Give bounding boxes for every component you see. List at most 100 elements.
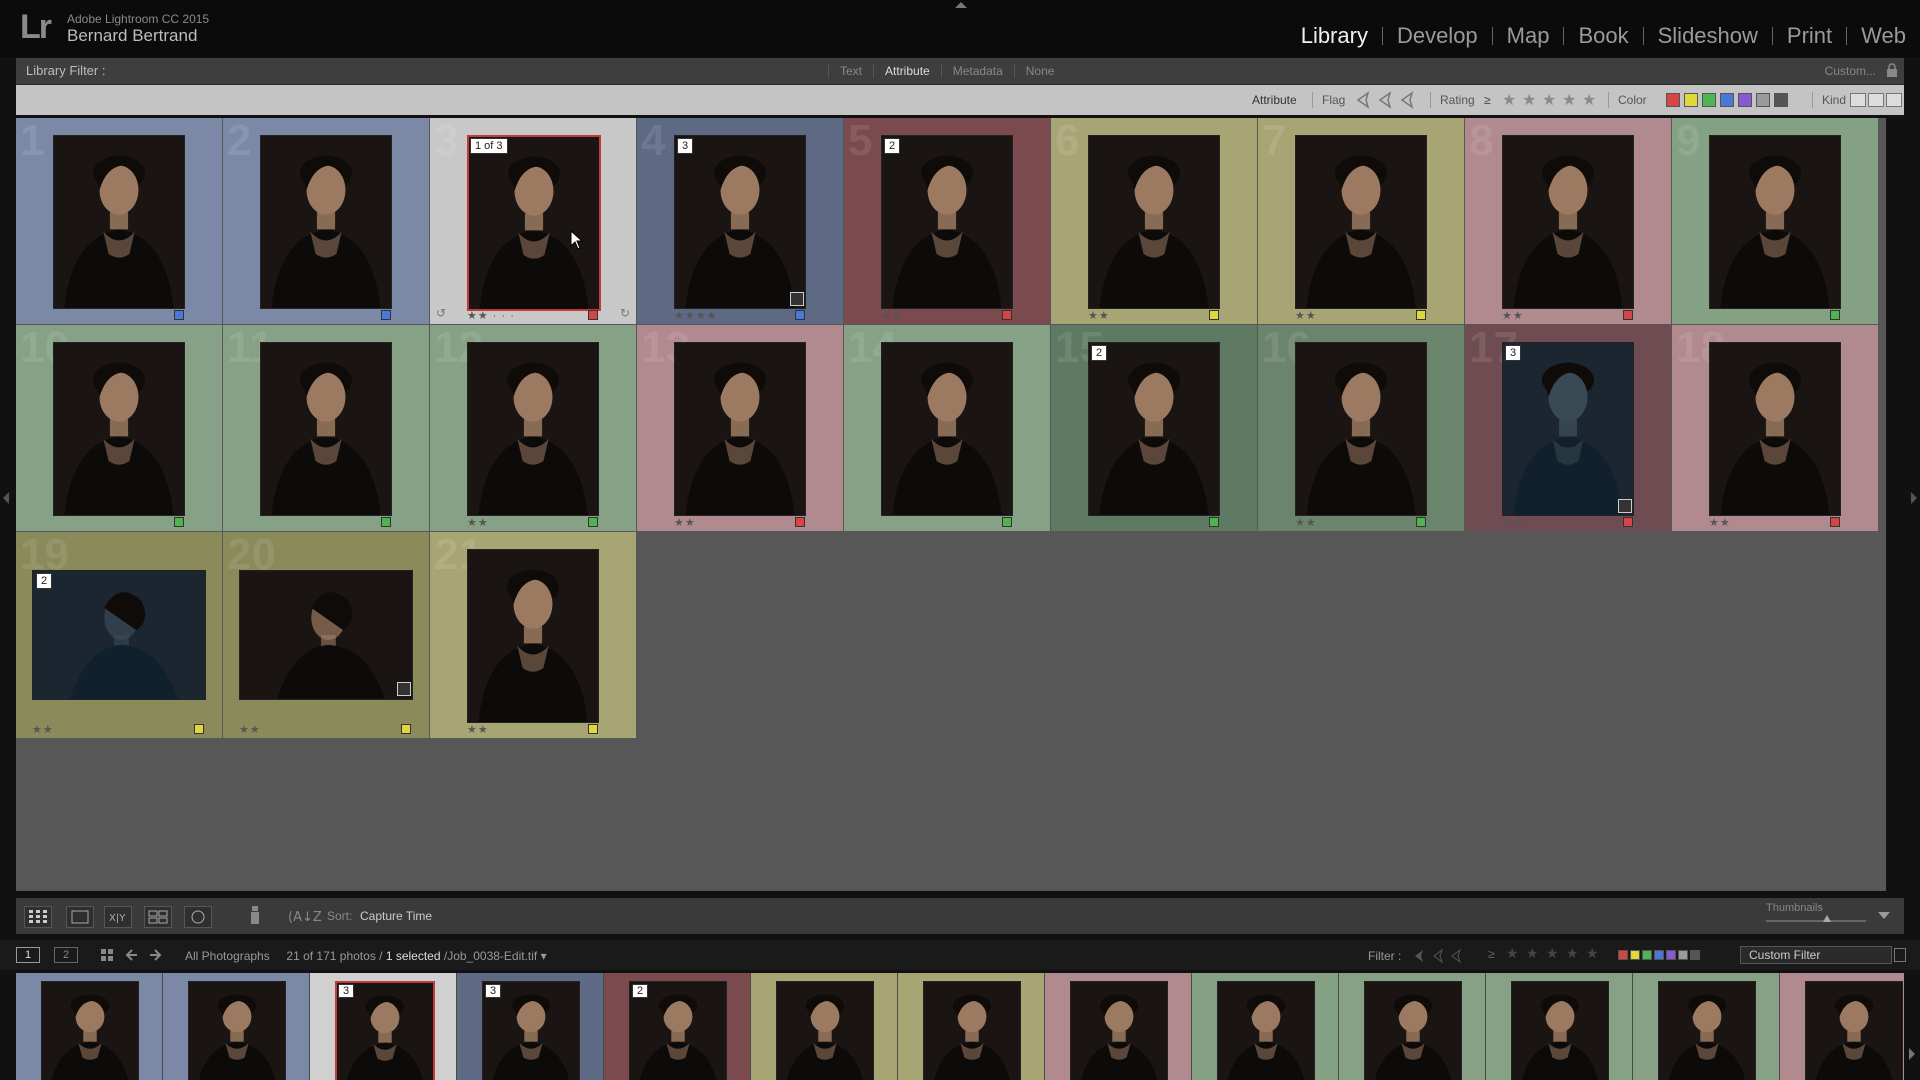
rating-star-icon[interactable]: ★ [1582,90,1596,110]
grid-cell[interactable]: 16 ★★ [1258,323,1464,531]
color-label-filter[interactable] [1774,93,1788,107]
filmstrip-thumbnail[interactable] [923,981,1021,1080]
filmstrip-thumbnail[interactable] [1805,981,1903,1080]
grid-cell[interactable]: 8 ★★ [1465,116,1671,324]
photo-thumbnail[interactable] [674,342,806,516]
color-label-chip[interactable] [1623,310,1633,320]
star-rating[interactable]: ★★ [1295,309,1317,322]
sort-direction-icon[interactable]: (A↓Z) [286,906,322,926]
grid-cell[interactable]: 17 3 ★★ [1465,323,1671,531]
secondary-screen-button[interactable]: 2 [54,947,78,963]
grid-cell[interactable]: 10 [16,323,222,531]
stack-count-badge[interactable]: 1 of 3 [470,138,508,154]
filmstrip-thumbnail[interactable] [188,981,286,1080]
filmstrip-cell[interactable] [1486,973,1632,1080]
grid-cell[interactable]: 11 [223,323,429,531]
filmstrip-thumbnail[interactable] [1217,981,1315,1080]
color-label-chip[interactable] [174,310,184,320]
grid-cell[interactable]: 6 ★★ [1051,116,1257,324]
edited-badge-icon[interactable] [1618,499,1632,513]
color-label-chip[interactable] [1416,310,1426,320]
rotate-right-icon[interactable]: ↻ [620,306,630,320]
module-develop[interactable]: Develop [1383,23,1492,49]
filmstrip-color-filter-chip[interactable] [1654,950,1664,960]
photo-thumbnail[interactable] [881,342,1013,516]
module-slideshow[interactable]: Slideshow [1644,23,1772,49]
star-rating[interactable]: ★★ [674,516,696,529]
filmstrip-thumbnail[interactable] [1511,981,1609,1080]
grid-cell[interactable]: 13 ★★ [637,323,843,531]
grid-cell[interactable]: 1 [16,116,222,324]
grid-cell[interactable]: 4 3 ★★★★ [637,116,843,324]
stack-count-badge[interactable]: 3 [1505,345,1522,361]
stack-count-badge[interactable]: 3 [485,984,502,998]
filmstrip-cell[interactable]: 3 [457,973,603,1080]
star-rating[interactable]: ★★ [239,723,261,736]
photo-thumbnail[interactable] [260,135,392,309]
photo-thumbnail[interactable] [1502,342,1634,516]
filmstrip-cell[interactable] [898,973,1044,1080]
star-rating[interactable]: ★★ [881,309,903,322]
grid-cell[interactable]: 14 [844,323,1050,531]
color-label-filter[interactable] [1720,93,1734,107]
filmstrip-thumbnail[interactable] [1364,981,1462,1080]
color-label-filter[interactable] [1684,93,1698,107]
lock-icon[interactable] [1886,63,1898,77]
color-label-chip[interactable] [588,517,598,527]
grid-icon[interactable] [100,948,114,962]
grid-cell[interactable]: 3 1 of 3 ★★ · · · ↺ ↻ [430,116,636,324]
filmstrip-rating-star-icon[interactable]: ★ [1566,945,1579,962]
module-library[interactable]: Library [1287,23,1382,49]
color-label-chip[interactable] [1830,517,1840,527]
filmstrip-cell[interactable]: 3 [310,973,456,1080]
filmstrip-rating-star-icon[interactable]: ★ [1526,945,1539,962]
kind-video-icon[interactable] [1886,93,1902,107]
color-label-chip[interactable] [1623,517,1633,527]
filmstrip-cell[interactable] [1045,973,1191,1080]
grid-cell[interactable]: 20 ★★ [223,530,429,738]
color-label-chip[interactable] [194,724,204,734]
filmstrip-color-filter-chip[interactable] [1690,950,1700,960]
filmstrip-filter-select[interactable]: Custom Filter [1740,946,1892,964]
filmstrip-thumbnail[interactable] [1658,981,1756,1080]
color-label-chip[interactable] [1416,517,1426,527]
grid-cell[interactable]: 2 [223,116,429,324]
grid-cell[interactable]: 9 [1672,116,1878,324]
edited-badge-icon[interactable] [397,682,411,696]
filmstrip-color-filter-chip[interactable] [1618,950,1628,960]
color-label-chip[interactable] [1830,310,1840,320]
filmstrip-rating-operator[interactable]: ≥ [1488,947,1495,961]
photo-thumbnail[interactable] [53,135,185,309]
kind-virtual-copy-icon[interactable] [1868,93,1884,107]
people-view-icon[interactable] [184,906,212,928]
color-label-chip[interactable] [174,517,184,527]
photo-thumbnail[interactable] [1502,135,1634,309]
filmstrip-scroll-right-icon[interactable] [1909,1048,1915,1060]
thumbnail-size-knob[interactable] [1823,915,1831,922]
color-label-chip[interactable] [381,310,391,320]
grid-view-icon[interactable] [24,906,52,928]
source-name[interactable]: All Photographs [185,949,270,963]
filter-preset-select[interactable]: Custom... [1825,64,1876,78]
photo-thumbnail[interactable] [1709,135,1841,309]
stack-count-badge[interactable]: 2 [884,138,901,154]
star-rating[interactable]: ★★ [1502,516,1524,529]
main-screen-button[interactable]: 1 [16,947,40,963]
rotate-left-icon[interactable]: ↺ [436,306,446,320]
forward-arrow-icon[interactable] [148,948,162,962]
photo-thumbnail[interactable] [53,342,185,516]
filter-tab-none[interactable]: None [1013,64,1066,78]
rating-star-icon[interactable]: ★ [1502,90,1516,110]
filmstrip-cell[interactable] [16,973,162,1080]
rating-star-icon[interactable]: ★ [1522,90,1536,110]
filmstrip-thumbnail[interactable] [1070,981,1168,1080]
color-label-chip[interactable] [1002,310,1012,320]
grid-cell[interactable]: 19 2 ★★ [16,530,222,738]
star-rating[interactable]: ★★ [467,516,489,529]
filmstrip-thumbnail[interactable] [41,981,139,1080]
filmstrip-cell[interactable] [1339,973,1485,1080]
collapse-top-panel-icon[interactable] [955,2,967,8]
photo-thumbnail[interactable] [260,342,392,516]
module-map[interactable]: Map [1493,23,1564,49]
filter-tab-attribute[interactable]: Attribute [873,64,941,78]
